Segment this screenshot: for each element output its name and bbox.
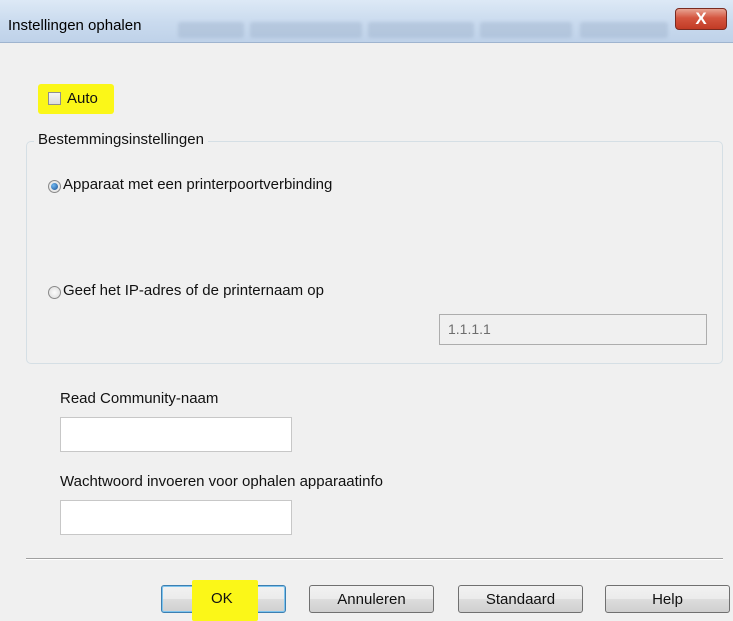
background-tab: [368, 22, 474, 38]
community-name-input[interactable]: [60, 417, 292, 452]
auto-label: Auto: [67, 90, 98, 107]
background-tab: [480, 22, 572, 38]
default-button[interactable]: Standaard: [458, 585, 583, 613]
password-label: Wachtwoord invoeren voor ophalen apparaa…: [60, 473, 383, 490]
close-button[interactable]: X: [675, 8, 727, 30]
password-input[interactable]: [60, 500, 292, 535]
cancel-button[interactable]: Annuleren: [309, 585, 434, 613]
destination-settings-heading: Bestemmingsinstellingen: [34, 131, 208, 148]
radio-ip-address[interactable]: [48, 286, 61, 299]
radio-printer-port[interactable]: [48, 180, 61, 193]
auto-checkbox[interactable]: [48, 92, 61, 105]
help-button[interactable]: Help: [605, 585, 730, 613]
ok-button-label: OK: [211, 590, 233, 607]
auto-option[interactable]: Auto: [38, 84, 114, 114]
title-bar: Instellingen ophalen X: [0, 0, 733, 43]
close-icon: X: [695, 9, 707, 28]
divider: [26, 558, 723, 560]
community-name-label: Read Community-naam: [60, 390, 219, 407]
background-tab: [250, 22, 362, 38]
ip-address-field[interactable]: 1.1.1.1: [439, 314, 707, 345]
radio-printer-port-label: Apparaat met een printerpoortverbinding: [63, 176, 333, 193]
background-tab: [178, 22, 244, 38]
radio-ip-address-label: Geef het IP-adres of de printernaam op: [63, 282, 324, 299]
background-tab: [580, 22, 668, 38]
window-title: Instellingen ophalen: [8, 17, 142, 34]
